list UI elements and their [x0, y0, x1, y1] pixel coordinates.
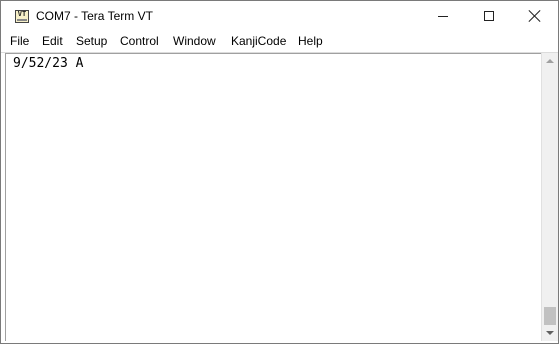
scroll-up-arrow-icon[interactable]: [546, 59, 554, 63]
menu-setup[interactable]: Setup: [75, 34, 108, 48]
scroll-down-arrow-icon[interactable]: [546, 331, 554, 335]
menu-kanjicode[interactable]: KanjiCode: [230, 34, 287, 48]
scroll-thumb[interactable]: [544, 307, 556, 325]
maximize-button[interactable]: [466, 1, 512, 32]
title-bar[interactable]: VT COM7 - Tera Term VT: [1, 1, 558, 32]
close-icon: [528, 9, 542, 23]
vertical-scrollbar[interactable]: [541, 53, 558, 341]
menu-edit[interactable]: Edit: [41, 34, 64, 48]
terminal-area[interactable]: 9/52/23 A: [5, 53, 541, 341]
menu-window[interactable]: Window: [172, 34, 217, 48]
minimize-button[interactable]: [420, 1, 466, 32]
window-title: COM7 - Tera Term VT: [36, 9, 153, 23]
maximize-icon: [484, 11, 494, 21]
close-button[interactable]: [512, 1, 558, 32]
teraterm-app-icon[interactable]: VT: [15, 10, 29, 23]
minimize-icon: [438, 16, 448, 17]
menu-file[interactable]: File: [9, 34, 30, 48]
teraterm-window: VT COM7 - Tera Term VT File Edit Setup C…: [0, 0, 559, 344]
terminal-line: 9/52/23 A: [13, 56, 84, 71]
menu-control[interactable]: Control: [119, 34, 160, 48]
menu-help[interactable]: Help: [297, 34, 324, 48]
menu-bar: File Edit Setup Control Window KanjiCode…: [1, 32, 558, 53]
